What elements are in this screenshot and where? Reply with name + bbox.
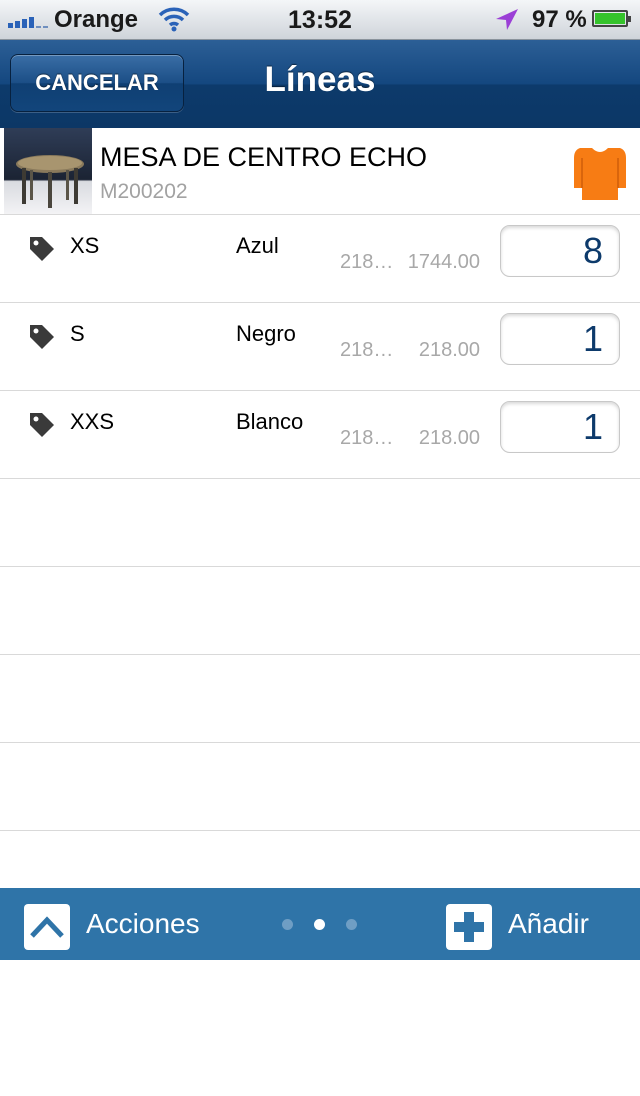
page-title: Líneas [264,60,376,99]
line-row[interactable]: XS Azul 218… 1744.00 8 [0,215,640,303]
quantity-field[interactable]: 1 [500,401,620,453]
line-color: Blanco [236,409,304,434]
page-dot-active [314,919,325,930]
shirt-icon[interactable] [572,144,628,200]
line-size: XS [70,233,100,258]
line-row[interactable]: XXS Blanco 218… 218.00 1 [0,391,640,479]
battery-icon [592,10,631,27]
line-size: XXS [70,409,115,434]
line-size: S [70,321,85,346]
location-arrow-icon [496,9,518,30]
empty-row [0,655,640,743]
product-code: M200202 [100,180,188,203]
page-dot [346,919,357,930]
bottom-toolbar: Acciones Añadir [0,888,640,960]
navigation-bar: CANCELAR Líneas [0,40,640,128]
page-indicator[interactable] [282,919,362,931]
status-bar: Orange 13:52 97 % [0,0,640,40]
price-tag-icon [30,413,54,437]
empty-row [0,479,640,567]
chevron-up-icon [30,916,64,938]
actions-button[interactable] [24,904,70,950]
line-total: 1744.00 [407,251,480,273]
page-dot [282,919,293,930]
add-label[interactable]: Añadir [508,908,589,940]
actions-label[interactable]: Acciones [86,908,200,940]
product-name: MESA DE CENTRO ECHO [100,142,428,172]
line-total: 218.00 [418,427,480,449]
empty-row [0,743,640,831]
battery-percentage: 97 % [532,6,587,33]
product-thumbnail [4,128,92,214]
price-tag-icon [30,237,54,261]
quantity-field[interactable]: 1 [500,313,620,365]
add-button[interactable] [446,904,492,950]
line-color: Azul [236,233,279,258]
product-header[interactable]: MESA DE CENTRO ECHO M200202 [0,128,640,215]
price-tag-icon [30,325,54,349]
line-color: Negro [236,321,296,346]
plus-icon [454,912,484,942]
line-row[interactable]: S Negro 218… 218.00 1 [0,303,640,391]
quantity-field[interactable]: 8 [500,225,620,277]
empty-row [0,567,640,655]
line-total: 218.00 [418,339,480,361]
